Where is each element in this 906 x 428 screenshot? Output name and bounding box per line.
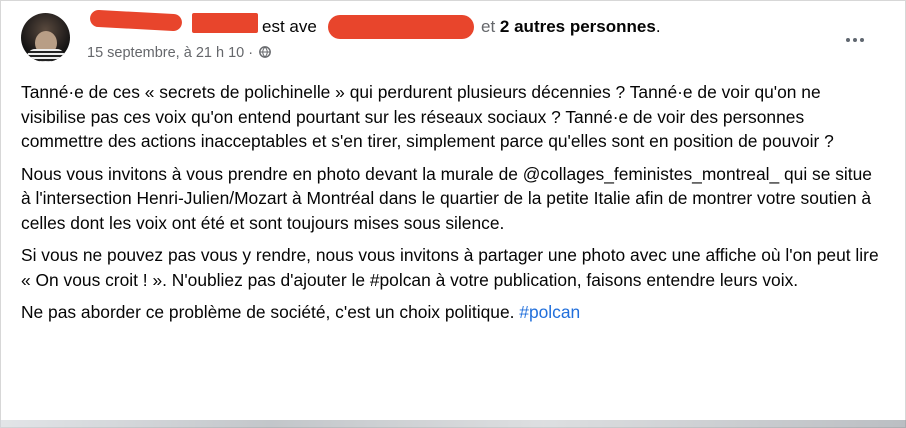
redacted-tagged-person (328, 15, 474, 39)
last-paragraph-text: Ne pas aborder ce problème de société, c… (21, 302, 515, 322)
post-paragraph: Nous vous invitons à vous prendre en pho… (21, 163, 872, 233)
post-paragraph-last: Ne pas aborder ce problème de société, c… (21, 300, 881, 325)
author-avatar[interactable] (21, 13, 70, 62)
post-header-others: et 2 autres personnes. (481, 16, 661, 38)
post-header: est ave (262, 16, 317, 38)
avatar-shirt (27, 49, 65, 62)
meta-separator: · (248, 45, 254, 61)
others-link[interactable]: 2 autres personnes (500, 17, 656, 36)
header-suffix: et (481, 17, 496, 36)
header-period: . (655, 17, 661, 36)
post-paragraph: Si vous ne pouvez pas vous y rendre, nou… (21, 245, 879, 290)
globe-icon (259, 46, 272, 58)
redacted-author-name-2 (192, 13, 258, 33)
hashtag-link[interactable]: #polcan (519, 302, 580, 322)
post-meta: 15 septembre, à 21 h 10 · (87, 43, 272, 63)
more-horizontal-icon (846, 38, 850, 42)
header-connector: est ave (262, 17, 317, 36)
post-paragraph: Tanné·e de ces « secrets de polichinelle… (21, 82, 834, 151)
post-timestamp[interactable]: 15 septembre, à 21 h 10 (87, 45, 244, 61)
more-options-button[interactable] (840, 30, 870, 50)
attached-image-edge (0, 420, 906, 428)
post-body: Tanné·e de ces « secrets de polichinelle… (21, 80, 881, 333)
